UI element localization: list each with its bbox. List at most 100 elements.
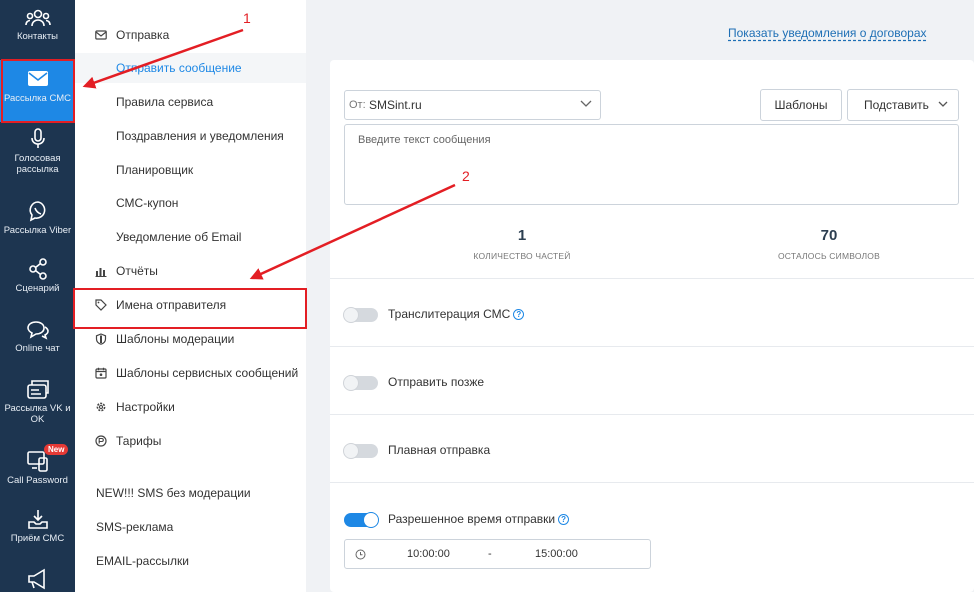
smooth-send-label: Плавная отправка	[388, 443, 491, 457]
parts-count: 1	[517, 227, 527, 244]
option-row-send-later: Отправить позже	[330, 346, 974, 414]
chevron-down-icon	[938, 101, 948, 107]
submenu-label: SMS-реклама	[96, 520, 174, 534]
megaphone-icon	[27, 568, 45, 590]
submenu-section-send[interactable]: Отправка	[75, 20, 306, 50]
rail-item-voice[interactable]: Голосовая рассылка	[0, 128, 75, 180]
submenu-item-greetings[interactable]: Поздравления и уведомления	[75, 121, 306, 151]
transliteration-toggle[interactable]	[343, 307, 378, 323]
submenu-item-tariffs[interactable]: Тарифы	[75, 426, 306, 456]
rail-label: Рассылка VK и OK	[4, 403, 71, 425]
contracts-notifications-link[interactable]: Показать уведомления о договорах	[728, 26, 927, 40]
submenu-item-service-rules[interactable]: Правила сервиса	[75, 87, 306, 117]
send-form-card: От: SMSint.ru Шаблоны Подставить 1 КОЛИЧ…	[330, 60, 974, 592]
rail-label: Call Password	[7, 475, 68, 486]
transliteration-label: Транслитерация СМС?	[388, 307, 525, 321]
annotation-box-2	[73, 288, 307, 329]
social-post-icon	[26, 380, 49, 399]
calendar-star-icon	[95, 367, 107, 379]
option-row-allowed-time: Разрешенное время отправки?	[330, 482, 974, 592]
toggle-knob	[363, 512, 379, 528]
submenu-item-send-message[interactable]: Отправить сообщение	[75, 53, 306, 83]
submenu-label: Уведомление об Email	[116, 230, 242, 244]
insert-dropdown-button[interactable]: Подставить	[847, 89, 959, 121]
sender-value: SMSint.ru	[369, 98, 422, 112]
toggle-knob	[343, 375, 359, 391]
submenu-link-sms-ads[interactable]: SMS-реклама	[75, 512, 306, 542]
send-later-toggle[interactable]	[343, 375, 378, 391]
time-to: 15:00:00	[535, 548, 578, 560]
time-range-input[interactable]: 10:00:00 - 15:00:00	[344, 539, 651, 569]
rail-item-contacts[interactable]: Контакты	[0, 8, 75, 52]
submenu-label: Отчёты	[116, 264, 158, 278]
submenu-label: СМС-купон	[116, 196, 179, 210]
allowed-time-toggle[interactable]	[344, 512, 379, 528]
annotation-label-2: 2	[462, 168, 470, 184]
viber-icon	[29, 201, 45, 222]
send-later-label: Отправить позже	[388, 375, 485, 389]
submenu-item-reports[interactable]: Отчёты	[75, 256, 306, 286]
insert-label: Подставить	[864, 98, 929, 112]
contacts-icon	[24, 9, 51, 27]
help-icon[interactable]: ?	[558, 514, 570, 525]
submenu-link-email[interactable]: EMAIL-рассылки	[75, 546, 306, 576]
time-separator: -	[488, 548, 492, 560]
chars-left-stat: 70 ОСТАЛОСЬ СИМВОЛОВ	[729, 227, 929, 261]
share-nodes-icon	[28, 258, 47, 280]
option-row-smooth-send: Плавная отправка	[330, 414, 974, 482]
rail-label: Рассылка Viber	[3, 225, 72, 236]
rail-item-scenario[interactable]: Сценарий	[0, 258, 75, 302]
chars-left: 70	[820, 227, 838, 244]
submenu-label: Отправка	[116, 28, 170, 42]
submenu-item-sms-coupon[interactable]: СМС-купон	[75, 188, 306, 218]
submenu-item-settings[interactable]: Настройки	[75, 392, 306, 422]
rail-label: Контакты	[16, 31, 59, 42]
parts-count-label: КОЛИЧЕСТВО ЧАСТЕЙ	[473, 251, 571, 261]
rail-item-call-password[interactable]: Call Password	[0, 450, 75, 494]
allowed-time-label: Разрешенное время отправки?	[388, 512, 570, 526]
rail-item-viber[interactable]: Рассылка Viber	[0, 200, 75, 244]
submenu-link-no-moderation[interactable]: NEW!!! SMS без модерации	[75, 478, 306, 508]
submenu-item-service-templates[interactable]: Шаблоны сервисных сообщений	[75, 358, 306, 388]
submenu-label: Поздравления и уведомления	[116, 129, 284, 143]
option-label: Разрешенное время отправки	[388, 512, 556, 526]
help-icon[interactable]: ?	[513, 309, 525, 320]
submenu-label: Шаблоны сервисных сообщений	[116, 366, 299, 380]
rail-item-vk-ok[interactable]: Рассылка VK и OK	[0, 378, 75, 434]
sender-select[interactable]: От: SMSint.ru	[344, 90, 601, 120]
time-from: 10:00:00	[407, 548, 450, 560]
rail-label: Голосовая рассылка	[14, 153, 61, 175]
submenu-item-scheduler[interactable]: Планировщик	[75, 155, 306, 185]
gear-icon	[96, 402, 106, 412]
submenu-label: Настройки	[116, 400, 175, 414]
templates-button[interactable]: Шаблоны	[760, 89, 842, 121]
submenu-label: EMAIL-рассылки	[96, 554, 189, 568]
envelope-icon	[95, 30, 107, 40]
rail-label: Online чат	[15, 343, 60, 354]
rail-item-megaphone[interactable]	[0, 568, 75, 592]
rail-item-online-chat[interactable]: Online чат	[0, 320, 75, 364]
toggle-knob	[343, 307, 359, 323]
sender-prefix: От:	[349, 99, 366, 111]
option-label: Транслитерация СМС	[388, 307, 511, 321]
rail-label: Приём СМС	[10, 533, 65, 544]
message-textarea[interactable]	[344, 124, 959, 205]
microphone-icon	[30, 128, 45, 148]
coin-icon	[95, 435, 107, 447]
main-area: Показать уведомления о договорах От: SMS…	[306, 0, 974, 592]
inbox-download-icon	[27, 510, 48, 529]
rail-label: Сценарий	[15, 283, 60, 294]
smooth-send-toggle[interactable]	[343, 443, 378, 459]
annotation-label-1: 1	[243, 10, 251, 26]
annotation-box-1	[1, 59, 75, 123]
submenu-item-email-notify[interactable]: Уведомление об Email	[75, 222, 306, 252]
submenu-label: Планировщик	[116, 163, 194, 177]
chat-icon	[26, 321, 49, 340]
chevron-down-icon	[580, 100, 592, 107]
new-badge: New	[44, 444, 69, 455]
submenu-label: Тарифы	[116, 434, 162, 448]
parts-count-stat: 1 КОЛИЧЕСТВО ЧАСТЕЙ	[422, 227, 622, 261]
submenu-label: Отправить сообщение	[116, 61, 242, 75]
rail-item-receive-sms[interactable]: Приём СМС	[0, 508, 75, 552]
shield-icon	[95, 333, 107, 345]
